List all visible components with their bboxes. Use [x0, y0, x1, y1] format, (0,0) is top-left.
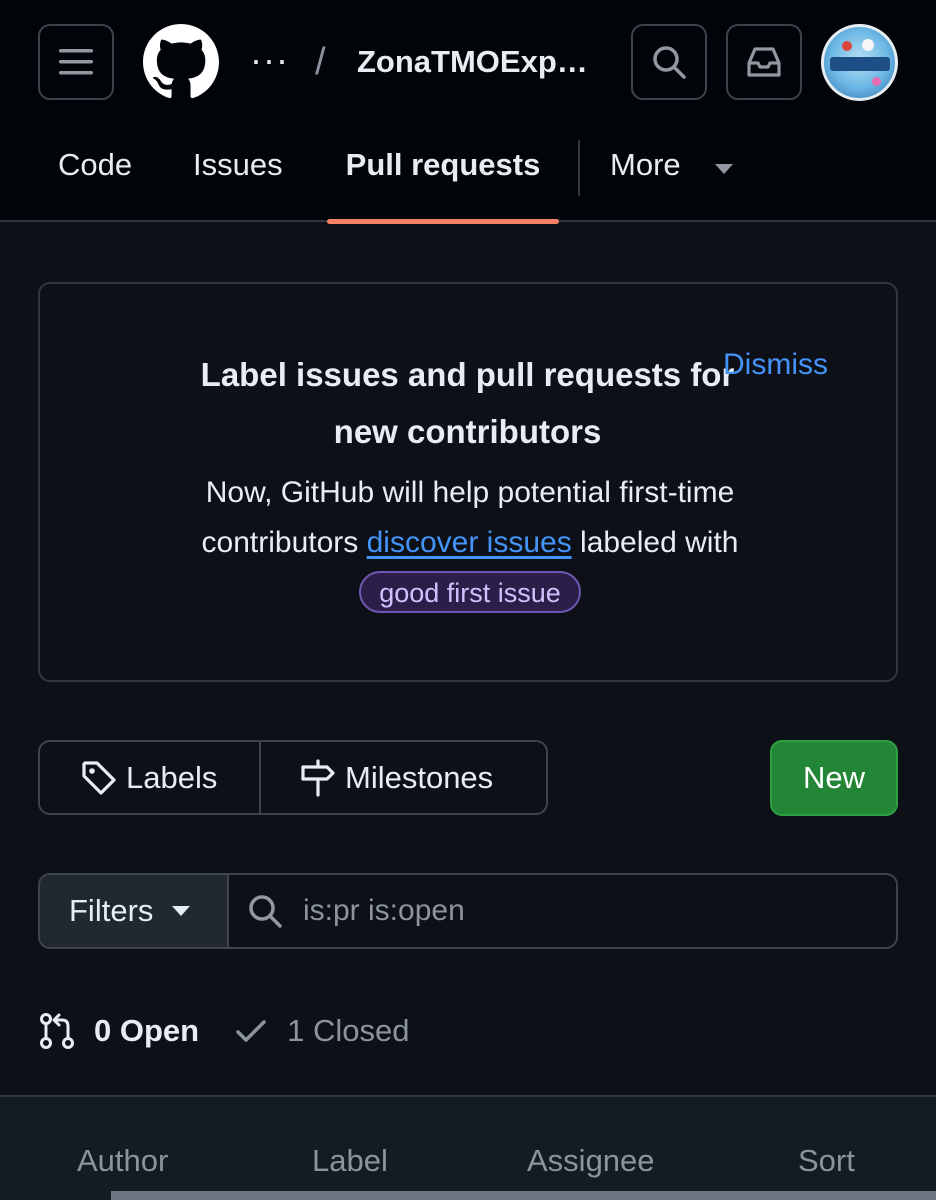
tab-issues[interactable]: Issues [193, 130, 283, 222]
banner-text: labeled with [571, 526, 739, 559]
horizontal-scrollbar[interactable] [111, 1191, 936, 1200]
milestone-icon [301, 758, 335, 797]
discover-issues-link[interactable]: discover issues [367, 526, 572, 559]
labels-button[interactable]: Labels [40, 742, 261, 813]
dismiss-link[interactable]: Dismiss [723, 346, 828, 384]
sort-filter[interactable]: Sort [798, 1141, 855, 1181]
state-toggle-row: 0 Open 1 Closed [38, 1006, 409, 1056]
closed-count: 1 Closed [287, 1013, 410, 1048]
tag-icon [82, 760, 116, 795]
avatar-decoration [872, 77, 881, 86]
closed-filter-link[interactable]: 1 Closed [235, 1013, 409, 1049]
author-filter[interactable]: Author [77, 1141, 168, 1181]
filters-dropdown-button[interactable]: Filters [40, 875, 229, 947]
inbox-icon [747, 47, 781, 77]
open-filter-link[interactable]: 0 Open [38, 1012, 199, 1050]
app-header: ··· / ZonaTMOExp… Code Issues Pull reque… [0, 0, 936, 224]
label-filter[interactable]: Label [312, 1141, 388, 1181]
hamburger-menu-button[interactable] [38, 24, 114, 100]
search-input[interactable] [303, 894, 803, 928]
avatar-decoration [862, 39, 874, 51]
caret-down-icon[interactable] [714, 163, 734, 175]
search-field[interactable] [229, 875, 896, 947]
open-count: 0 Open [94, 1013, 200, 1048]
github-logo-icon[interactable] [143, 24, 219, 100]
pull-request-icon [40, 1013, 74, 1049]
banner-body: Now, GitHub will help potential first-ti… [190, 468, 750, 618]
filters-label: Filters [69, 893, 154, 928]
search-button[interactable] [631, 24, 707, 100]
hamburger-icon [59, 49, 93, 75]
search-icon [249, 895, 282, 928]
caret-down-icon [172, 906, 191, 916]
good-first-issue-label[interactable]: good first issue [359, 571, 581, 614]
tab-pull-requests[interactable]: Pull requests [327, 130, 559, 224]
tab-more[interactable]: More [610, 130, 681, 222]
labels-milestones-group: Labels Milestones [38, 740, 548, 815]
milestones-button[interactable]: Milestones [261, 742, 493, 813]
repo-name-link[interactable]: ZonaTMOExp… [357, 42, 592, 82]
assignee-filter[interactable]: Assignee [527, 1141, 655, 1181]
breadcrumb-ellipsis[interactable]: ··· [250, 40, 289, 80]
repo-tabs: Code Issues Pull requests More [0, 130, 936, 224]
labels-label: Labels [126, 759, 218, 795]
inbox-button[interactable] [726, 24, 802, 100]
filter-bar: Filters [38, 873, 898, 949]
list-filter-bar: Author Label Assignee Sort [0, 1095, 936, 1200]
avatar-decoration [830, 57, 890, 71]
contributors-banner: Label issues and pull requests for new c… [38, 282, 898, 682]
check-icon [236, 1020, 266, 1042]
milestones-label: Milestones [345, 759, 494, 795]
user-avatar[interactable] [821, 24, 898, 101]
tab-divider [578, 140, 580, 196]
search-icon [653, 46, 686, 79]
avatar-decoration [842, 41, 852, 51]
tab-code[interactable]: Code [58, 130, 132, 222]
new-pull-request-button[interactable]: New [770, 740, 898, 816]
banner-title: Label issues and pull requests for new c… [200, 356, 735, 450]
breadcrumb-separator: / [315, 41, 326, 83]
